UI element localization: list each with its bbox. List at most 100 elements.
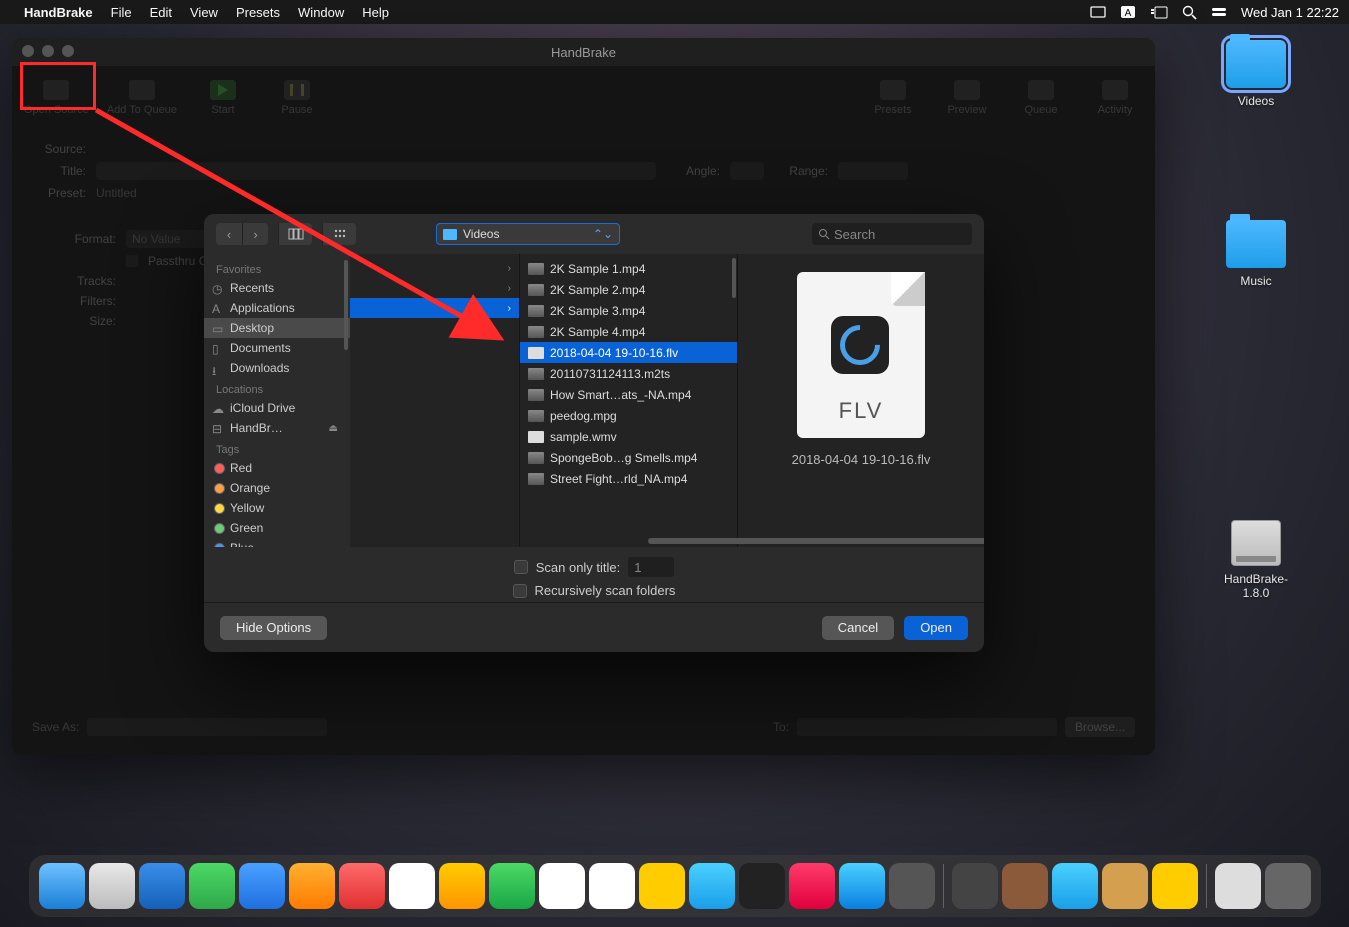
sidebar-desktop[interactable]: ▭Desktop <box>204 318 350 338</box>
dock-app-icon[interactable] <box>489 863 535 909</box>
eject-icon[interactable]: ⏏ <box>329 423 338 434</box>
tag-green[interactable]: Green <box>204 518 350 538</box>
sidebar-documents[interactable]: ▯Documents <box>204 338 350 358</box>
add-to-queue-button[interactable]: Add To Queue <box>107 80 177 116</box>
dock-app-icon[interactable] <box>289 863 335 909</box>
menubar-presets[interactable]: Presets <box>236 5 280 20</box>
file-item[interactable]: peedog.mpg <box>520 405 737 426</box>
presets-button[interactable]: Presets <box>865 80 921 116</box>
dock-app-icon[interactable] <box>1265 863 1311 909</box>
file-item[interactable]: SpongeBob…g Smells.mp4 <box>520 447 737 468</box>
file-item[interactable]: sample.wmv <box>520 426 737 447</box>
input-source-icon[interactable]: A <box>1120 5 1136 19</box>
location-popup[interactable]: Videos ⌃⌄ <box>436 223 620 245</box>
browse-button[interactable]: Browse... <box>1065 717 1135 737</box>
menubar-view[interactable]: View <box>190 5 218 20</box>
screen-mirroring-icon[interactable] <box>1090 6 1106 18</box>
file-item[interactable]: 20110731124113.m2ts <box>520 363 737 384</box>
col1-item[interactable]: › <box>350 258 519 278</box>
queue-button[interactable]: Queue <box>1013 80 1069 116</box>
dock-app-icon[interactable] <box>39 863 85 909</box>
angle-select[interactable] <box>730 162 764 180</box>
dock-app-icon[interactable] <box>189 863 235 909</box>
dock-app-icon[interactable] <box>739 863 785 909</box>
file-item[interactable]: 2K Sample 2.mp4 <box>520 279 737 300</box>
to-field[interactable] <box>797 718 1057 736</box>
desktop-drive-handbrake[interactable]: HandBrake-1.8.0 <box>1211 520 1301 600</box>
desktop-folder-videos[interactable]: Videos <box>1211 40 1301 108</box>
scan-title-checkbox[interactable] <box>514 560 528 574</box>
menubar-app[interactable]: HandBrake <box>24 5 93 20</box>
open-button[interactable]: Open <box>904 616 968 640</box>
dock-app-icon[interactable] <box>439 863 485 909</box>
nav-back-button[interactable]: ‹ <box>216 223 242 245</box>
menubar-help[interactable]: Help <box>362 5 389 20</box>
menubar-clock[interactable]: Wed Jan 1 22:22 <box>1241 5 1339 20</box>
file-item[interactable]: 2K Sample 3.mp4 <box>520 300 737 321</box>
spotlight-icon[interactable] <box>1182 5 1197 20</box>
format-select[interactable]: No Value <box>126 230 216 248</box>
preview-button[interactable]: Preview <box>939 80 995 116</box>
sidebar-recents[interactable]: ◷Recents <box>204 278 350 298</box>
file-item[interactable]: How Smart…ats_-NA.mp4 <box>520 384 737 405</box>
dock-app-icon[interactable] <box>839 863 885 909</box>
minimize-window-button[interactable] <box>42 45 54 57</box>
control-center-icon[interactable] <box>1211 6 1227 18</box>
dock-app-icon[interactable] <box>789 863 835 909</box>
stage-manager-icon[interactable] <box>1150 6 1168 19</box>
sidebar-downloads[interactable]: ⭳Downloads <box>204 358 350 378</box>
sidebar-handbrake-disk[interactable]: ⊟HandBr…⏏ <box>204 418 350 438</box>
saveas-field[interactable] <box>87 718 327 736</box>
recurse-checkbox[interactable] <box>513 584 527 598</box>
dock-app-icon[interactable] <box>239 863 285 909</box>
dock-app-icon[interactable] <box>889 863 935 909</box>
dock-app-icon[interactable] <box>689 863 735 909</box>
dock-app-icon[interactable] <box>139 863 185 909</box>
dock-app-icon[interactable] <box>1152 863 1198 909</box>
tag-orange[interactable]: Orange <box>204 478 350 498</box>
hide-options-button[interactable]: Hide Options <box>220 616 327 640</box>
dock-app-icon[interactable] <box>1052 863 1098 909</box>
zoom-window-button[interactable] <box>62 45 74 57</box>
menubar-window[interactable]: Window <box>298 5 344 20</box>
cancel-button[interactable]: Cancel <box>822 616 894 640</box>
sidebar-applications[interactable]: AApplications <box>204 298 350 318</box>
activity-button[interactable]: Activity <box>1087 80 1143 116</box>
horizontal-scrollbar[interactable] <box>498 537 978 545</box>
file-item[interactable]: Street Fight…rld_NA.mp4 <box>520 468 737 489</box>
scan-title-input[interactable]: 1 <box>628 557 674 577</box>
file-item[interactable]: 2K Sample 4.mp4 <box>520 321 737 342</box>
dock-app-icon[interactable] <box>539 863 585 909</box>
dock-app-icon[interactable] <box>1215 863 1261 909</box>
close-window-button[interactable] <box>22 45 34 57</box>
dock-app-icon[interactable] <box>589 863 635 909</box>
tag-yellow[interactable]: Yellow <box>204 498 350 518</box>
search-field[interactable]: Search <box>812 223 972 245</box>
view-columns-button[interactable] <box>278 223 312 245</box>
menubar-edit[interactable]: Edit <box>150 5 172 20</box>
desktop-folder-music[interactable]: Music <box>1211 220 1301 288</box>
file-item[interactable]: 2018-04-04 19-10-16.flv <box>520 342 737 363</box>
dock-app-icon[interactable] <box>1002 863 1048 909</box>
tag-red[interactable]: Red <box>204 458 350 478</box>
dock-app-icon[interactable] <box>952 863 998 909</box>
dock-app-icon[interactable] <box>389 863 435 909</box>
title-select[interactable] <box>96 162 656 180</box>
open-source-button[interactable]: Open Source <box>24 80 89 116</box>
dock-app-icon[interactable] <box>1102 863 1148 909</box>
passthru-checkbox[interactable] <box>126 255 138 267</box>
tag-blue[interactable]: Blue <box>204 538 350 547</box>
range-select[interactable] <box>838 162 908 180</box>
view-options-button[interactable] <box>322 223 356 245</box>
file-item[interactable]: 2K Sample 1.mp4 <box>520 258 737 279</box>
menubar-file[interactable]: File <box>111 5 132 20</box>
pause-button[interactable]: Pause <box>269 80 325 116</box>
dock-app-icon[interactable] <box>89 863 135 909</box>
dock-app-icon[interactable] <box>339 863 385 909</box>
nav-forward-button[interactable]: › <box>242 223 268 245</box>
col1-item[interactable]: › <box>350 278 519 298</box>
start-button[interactable]: Start <box>195 80 251 116</box>
dock-app-icon[interactable] <box>639 863 685 909</box>
sidebar-icloud[interactable]: ☁iCloud Drive <box>204 398 350 418</box>
col1-item-selected[interactable]: › <box>350 298 519 318</box>
